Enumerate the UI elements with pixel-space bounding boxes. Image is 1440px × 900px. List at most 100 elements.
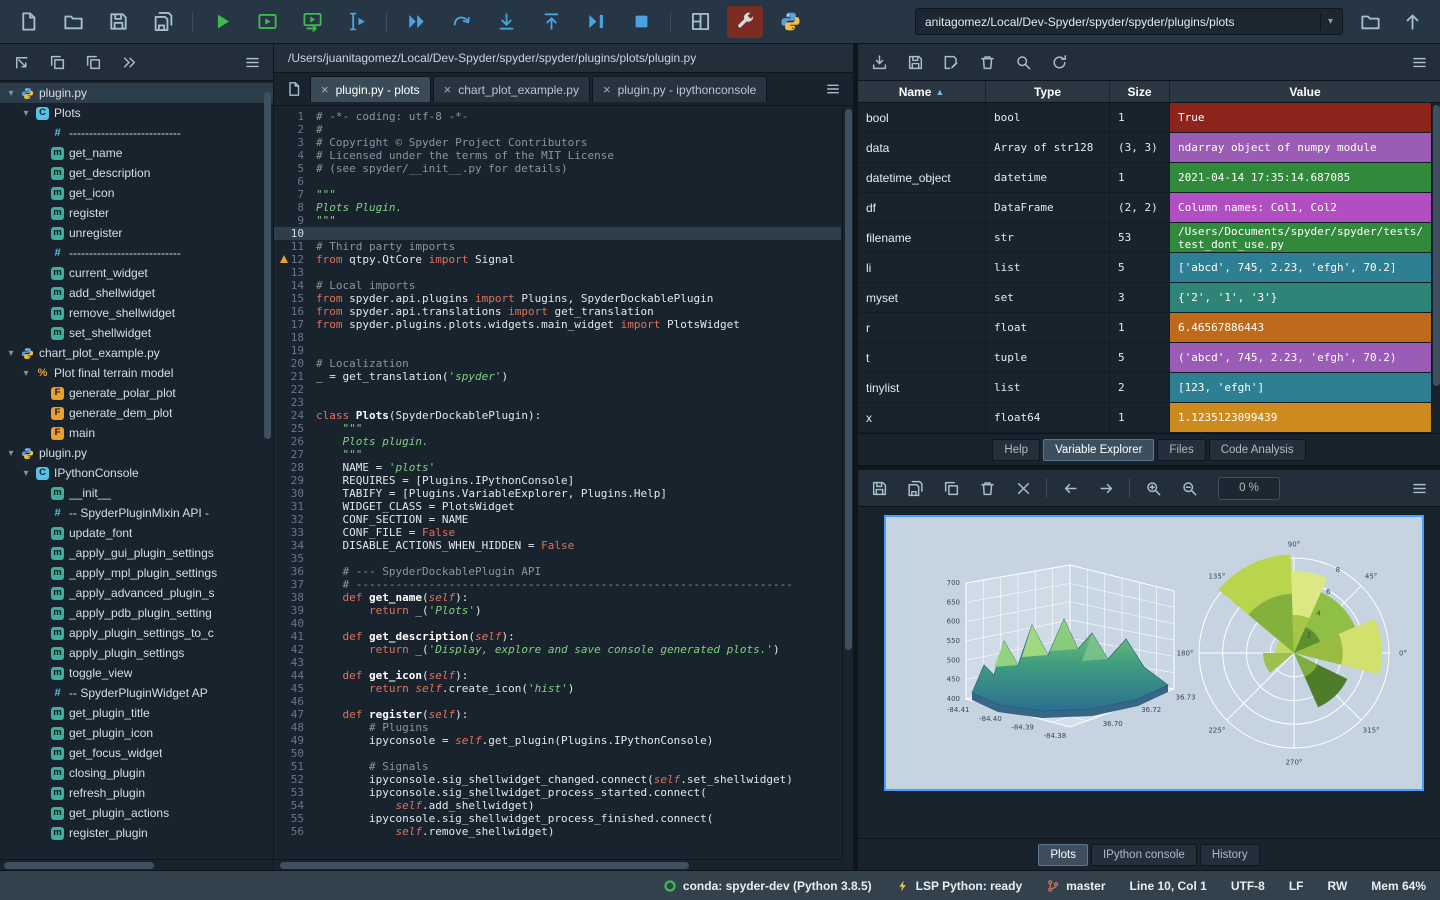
outline-item[interactable]: ▾CIPythonConsole — [0, 463, 273, 483]
encoding-status[interactable]: UTF-8 — [1231, 879, 1265, 893]
code-line[interactable]: 48 # Plugins — [274, 721, 841, 734]
outline-item[interactable]: Fmain — [0, 423, 273, 443]
code-line[interactable]: 23 — [274, 396, 841, 409]
scroll-thumb[interactable] — [845, 109, 852, 650]
tab-ipython-console[interactable]: IPython console — [1091, 844, 1197, 866]
permissions-status[interactable]: RW — [1328, 879, 1348, 893]
code-line[interactable]: 31 WIDGET_CLASS = PlotsWidget — [274, 500, 841, 513]
lsp-status[interactable]: LSP Python: ready — [896, 879, 1022, 893]
variable-row[interactable]: dataArray of str128(3, 3)ndarray object … — [858, 133, 1440, 163]
outline-item[interactable]: mclosing_plugin — [0, 763, 273, 783]
outline-item[interactable]: m_apply_mpl_plugin_settings — [0, 563, 273, 583]
column-header-size[interactable]: Size — [1110, 81, 1170, 102]
step-into-button[interactable] — [488, 6, 524, 38]
debug-button[interactable] — [398, 6, 434, 38]
code-line[interactable]: 39 return _('Plots') — [274, 604, 841, 617]
scroll-thumb[interactable] — [1433, 105, 1440, 386]
code-line[interactable]: 38 def get_name(self): — [274, 591, 841, 604]
table-header[interactable]: Name▲TypeSizeValue — [858, 81, 1440, 103]
outline-item[interactable]: mtoggle_view — [0, 663, 273, 683]
open-file-button[interactable] — [55, 6, 91, 38]
code-line[interactable]: 10 — [274, 227, 841, 240]
pythonpath-manager-button[interactable] — [772, 6, 808, 38]
tab-help[interactable]: Help — [992, 439, 1040, 461]
maximize-pane-button[interactable] — [682, 6, 718, 38]
outline-hscrollbar[interactable] — [0, 859, 273, 870]
code-line[interactable]: 8Plots Plugin. — [274, 201, 841, 214]
code-line[interactable]: 3# Copyright © Spyder Project Contributo… — [274, 136, 841, 149]
editor-tab[interactable]: ×plugin.py - ipythonconsole — [592, 76, 767, 102]
code-line[interactable]: 34 DISABLE_ACTIONS_WHEN_HIDDEN = False — [274, 539, 841, 552]
conda-environment-status[interactable]: conda: spyder-dev (Python 3.8.5) — [663, 879, 872, 893]
outline-item[interactable]: #-- SpyderPluginWidget AP — [0, 683, 273, 703]
save-data-button[interactable] — [900, 48, 930, 76]
parent-directory-button[interactable] — [1394, 6, 1430, 38]
outline-item[interactable]: #---------------------------- — [0, 123, 273, 143]
scroll-thumb[interactable] — [280, 862, 689, 869]
outline-item[interactable]: m__init__ — [0, 483, 273, 503]
outline-item[interactable]: mget_plugin_title — [0, 703, 273, 723]
code-line[interactable]: 49 ipyconsole = self.get_plugin(Plugins.… — [274, 734, 841, 747]
tab-variable-explorer[interactable]: Variable Explorer — [1043, 439, 1154, 461]
tab-plots[interactable]: Plots — [1038, 844, 1088, 866]
code-line[interactable]: 26 Plots plugin. — [274, 435, 841, 448]
outline-item[interactable]: m_apply_gui_plugin_settings — [0, 543, 273, 563]
code-line[interactable]: 29 REQUIRES = [Plugins.IPythonConsole] — [274, 474, 841, 487]
variable-row[interactable]: mysetset3{'2', '1', '3'} — [858, 283, 1440, 313]
working-directory-combobox[interactable]: anitagomez/Local/Dev-Spyder/spyder/spyde… — [915, 8, 1343, 35]
code-line[interactable]: 53 ipyconsole.sig_shellwidget_process_st… — [274, 786, 841, 799]
remove-variable-button[interactable] — [972, 48, 1002, 76]
variable-row[interactable]: ttuple5('abcd', 745, 2.23, 'efgh', 70.2) — [858, 343, 1440, 373]
code-line[interactable]: 1# -*- coding: utf-8 -*- — [274, 110, 841, 123]
code-line[interactable]: 35 — [274, 552, 841, 565]
outline-item[interactable]: ▾plugin.py — [0, 83, 273, 103]
outline-item[interactable]: mrefresh_plugin — [0, 783, 273, 803]
code-line[interactable]: 37 # -----------------------------------… — [274, 578, 841, 591]
code-line[interactable]: 22 — [274, 383, 841, 396]
close-tab-icon[interactable]: × — [603, 82, 611, 97]
code-line[interactable]: 5# (see spyder/__init__.py for details) — [274, 162, 841, 175]
outline-item[interactable]: ▾chart_plot_example.py — [0, 343, 273, 363]
outline-item[interactable]: ▾plugin.py — [0, 443, 273, 463]
git-branch-status[interactable]: master — [1046, 879, 1105, 893]
save-file-button[interactable] — [100, 6, 136, 38]
eol-status[interactable]: LF — [1289, 879, 1304, 893]
browse-working-directory-button[interactable] — [1352, 6, 1388, 38]
editor-tab[interactable]: ×chart_plot_example.py — [433, 76, 590, 102]
code-line[interactable]: 51 # Signals — [274, 760, 841, 773]
code-line[interactable]: 16from spyder.api.translations import ge… — [274, 305, 841, 318]
tabs-menu-button[interactable] — [819, 76, 847, 102]
code-editor[interactable]: 1# -*- coding: utf-8 -*-2#3# Copyright ©… — [274, 106, 853, 870]
outline-item[interactable]: m_apply_pdb_plugin_setting — [0, 603, 273, 623]
outline-item[interactable]: m_apply_advanced_plugin_s — [0, 583, 273, 603]
scroll-thumb[interactable] — [4, 862, 154, 869]
save-data-as-button[interactable] — [936, 48, 966, 76]
code-line[interactable]: 45 return self.create_icon('hist') — [274, 682, 841, 695]
variable-explorer-options-button[interactable] — [1404, 48, 1434, 76]
outline-item[interactable]: Fgenerate_polar_plot — [0, 383, 273, 403]
code-line[interactable]: 30 TABIFY = [Plugins.VariableExplorer, P… — [274, 487, 841, 500]
variable-row[interactable]: filenamestr53/Users/Documents/spyder/spy… — [858, 223, 1440, 253]
remove-plot-button[interactable] — [972, 474, 1002, 502]
refresh-variables-button[interactable] — [1044, 48, 1074, 76]
preferences-button[interactable] — [727, 6, 763, 38]
outline-item[interactable]: mremove_shellwidget — [0, 303, 273, 323]
code-line[interactable]: 28 NAME = 'plots' — [274, 461, 841, 474]
outline-item[interactable]: mget_icon — [0, 183, 273, 203]
outline-item[interactable]: mget_name — [0, 143, 273, 163]
code-line[interactable]: 27 """ — [274, 448, 841, 461]
table-vscrollbar[interactable] — [1431, 103, 1440, 433]
outline-item[interactable]: ▾CPlots — [0, 103, 273, 123]
code-line[interactable]: 32 CONF_SECTION = NAME — [274, 513, 841, 526]
outline-options-button[interactable] — [237, 48, 267, 76]
outline-item[interactable]: mget_focus_widget — [0, 743, 273, 763]
column-header-value[interactable]: Value — [1170, 81, 1440, 102]
close-tab-icon[interactable]: × — [321, 82, 329, 97]
outline-item[interactable]: ▾%Plot final terrain model — [0, 363, 273, 383]
outline-item[interactable]: mget_plugin_actions — [0, 803, 273, 823]
variable-row[interactable]: dfDataFrame(2, 2)Column names: Col1, Col… — [858, 193, 1440, 223]
code-line[interactable]: 12from qtpy.QtCore import Signal — [274, 253, 841, 266]
code-line[interactable]: 13 — [274, 266, 841, 279]
code-line[interactable]: 14# Local imports — [274, 279, 841, 292]
current-plot[interactable]: 400450500550600650700-84.41-84.40-84.39-… — [884, 515, 1424, 791]
